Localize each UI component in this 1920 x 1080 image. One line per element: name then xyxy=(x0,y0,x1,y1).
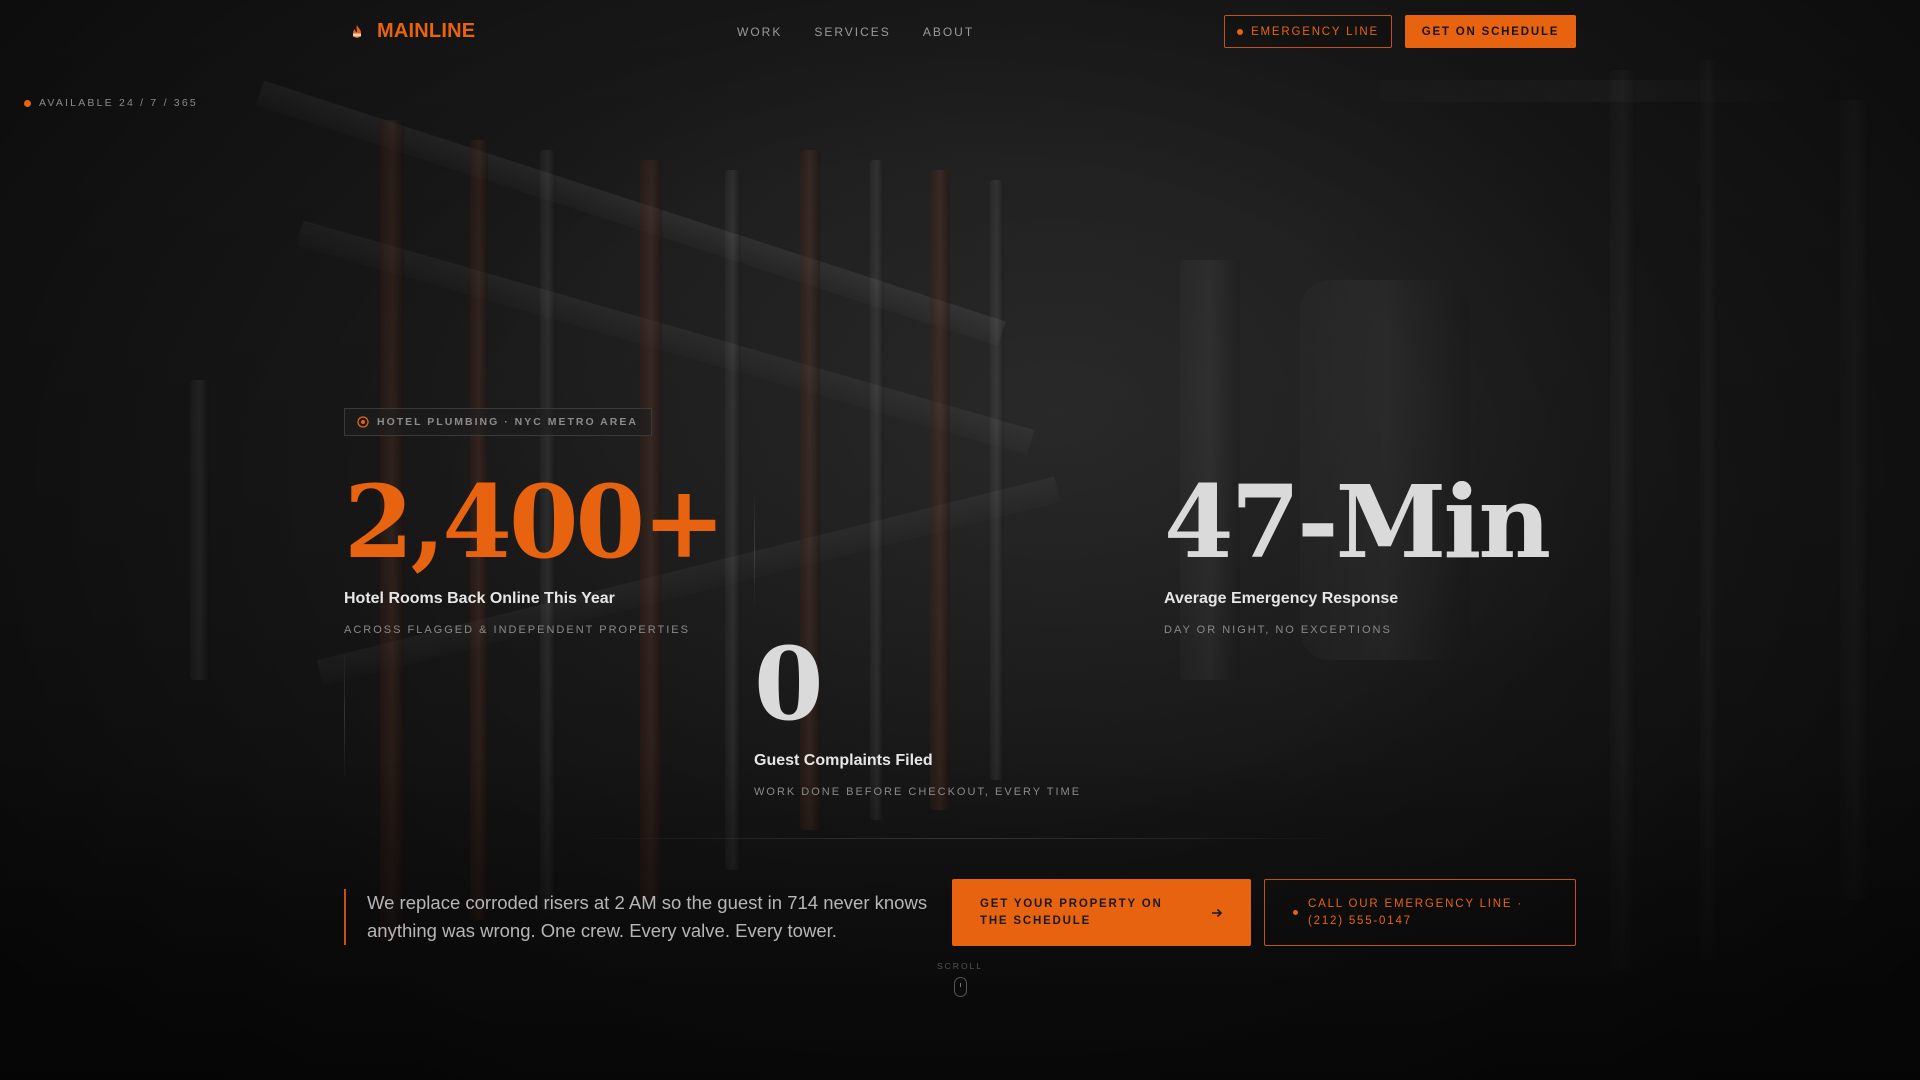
stat-sublabel: WORK DONE BEFORE CHECKOUT, EVERY TIME xyxy=(754,786,1082,798)
service-area-label: HOTEL PLUMBING · NYC METRO AREA xyxy=(377,416,638,428)
call-emergency-label: CALL OUR EMERGENCY LINE · (212) 555-0147 xyxy=(1308,897,1523,927)
target-icon xyxy=(357,416,369,428)
nav-link-about[interactable]: ABOUT xyxy=(923,25,974,39)
status-dot-icon xyxy=(1237,28,1244,35)
arrow-right-icon xyxy=(1211,907,1223,919)
status-dot-icon xyxy=(1293,910,1298,915)
brand-name: MAINLINE xyxy=(377,20,476,42)
emergency-line-label: EMERGENCY LINE xyxy=(1251,25,1379,38)
nav-link-services[interactable]: SERVICES xyxy=(814,25,890,39)
top-navigation: MAINLINE WORK SERVICES ABOUT EMERGENCY L… xyxy=(0,0,1920,64)
brand-logo[interactable]: MAINLINE xyxy=(349,20,475,43)
stat-sublabel: DAY OR NIGHT, NO EXCEPTIONS xyxy=(1164,624,1392,636)
divider-vertical xyxy=(344,650,345,780)
schedule-property-label: GET YOUR PROPERTY ON THE SCHEDULE xyxy=(980,897,1163,927)
divider-vertical xyxy=(754,490,755,610)
get-on-schedule-button[interactable]: GET ON SCHEDULE xyxy=(1405,15,1576,48)
availability-indicator: AVAILABLE 24 / 7 / 365 xyxy=(24,97,198,109)
mouse-scroll-icon xyxy=(953,977,967,997)
stat-rooms-online: 2,400+ Hotel Rooms Back Online This Year… xyxy=(344,463,726,636)
stat-label: Average Emergency Response xyxy=(1164,590,1399,607)
nav-links: WORK SERVICES ABOUT xyxy=(737,25,974,39)
stat-value: 2,400+ xyxy=(344,463,726,581)
flame-icon xyxy=(349,24,365,40)
emergency-line-button[interactable]: EMERGENCY LINE xyxy=(1224,15,1392,48)
stat-value: 0 xyxy=(754,625,824,743)
hero-quote: We replace corroded risers at 2 AM so th… xyxy=(344,889,937,945)
availability-dot-icon xyxy=(24,99,31,107)
service-area-tag: HOTEL PLUMBING · NYC METRO AREA xyxy=(344,408,652,436)
availability-text: AVAILABLE 24 / 7 / 365 xyxy=(39,97,198,109)
get-on-schedule-label: GET ON SCHEDULE xyxy=(1421,25,1560,38)
call-emergency-button[interactable]: CALL OUR EMERGENCY LINE · (212) 555-0147 xyxy=(1264,879,1576,946)
stat-value: 47-Min xyxy=(1164,463,1551,581)
divider-horizontal xyxy=(560,838,1360,839)
scroll-label: SCROLL xyxy=(937,961,984,971)
schedule-property-button[interactable]: GET YOUR PROPERTY ON THE SCHEDULE xyxy=(952,879,1251,946)
stat-label: Guest Complaints Filed xyxy=(754,752,933,769)
stat-sublabel: ACROSS FLAGGED & INDEPENDENT PROPERTIES xyxy=(344,624,690,636)
stat-guest-complaints: 0 Guest Complaints Filed WORK DONE BEFOR… xyxy=(754,634,1081,798)
nav-link-work[interactable]: WORK xyxy=(737,25,782,39)
stat-emergency-response: 47-Min Average Emergency Response DAY OR… xyxy=(1164,463,1551,636)
stat-label: Hotel Rooms Back Online This Year xyxy=(344,590,615,607)
hero-section: MAINLINE WORK SERVICES ABOUT EMERGENCY L… xyxy=(0,0,1920,1080)
scroll-indicator[interactable]: SCROLL xyxy=(937,961,983,997)
